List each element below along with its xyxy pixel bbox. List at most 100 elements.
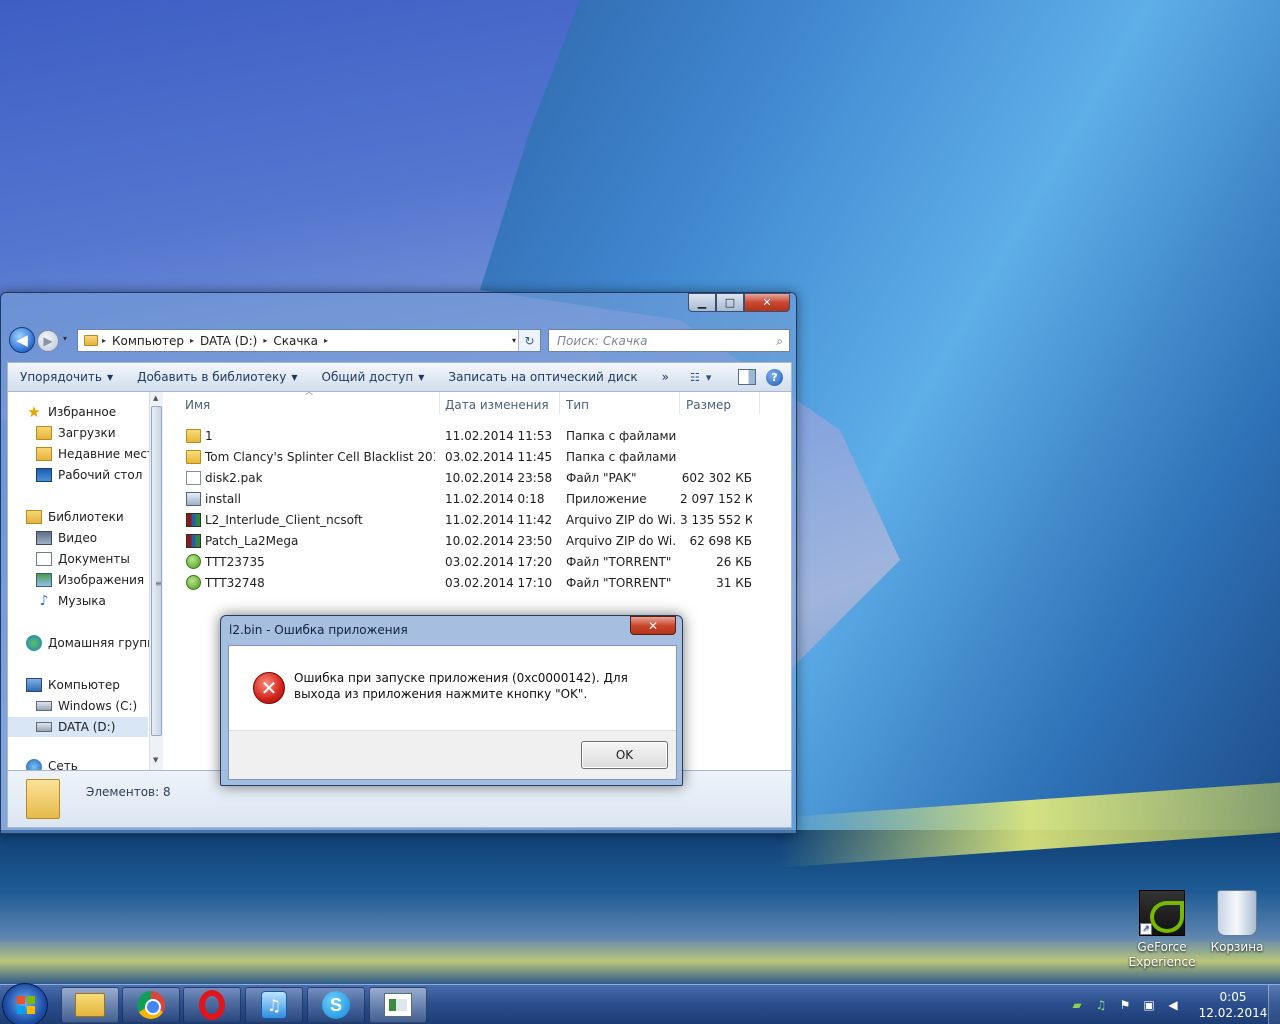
- organize-menu[interactable]: Упорядочить ▼: [8, 370, 125, 384]
- desktop-shortcut-geforce[interactable]: ↗ GeForce Experience: [1122, 890, 1202, 970]
- taskbar-music-app[interactable]: ♫: [245, 987, 303, 1023]
- breadcrumb-separator[interactable]: ▸: [190, 336, 194, 345]
- nav-desktop[interactable]: Рабочий стол: [36, 465, 142, 485]
- file-date: 03.02.2014 17:10: [445, 575, 553, 590]
- file-size: 31 КБ: [716, 575, 752, 590]
- table-row[interactable]: Tom Clancy's Splinter Cell Blacklist 201…: [168, 446, 788, 467]
- more-commands-button[interactable]: »: [650, 370, 681, 384]
- table-row[interactable]: Patch_La2Mega 10.02.2014 23:50 Arquivo Z…: [168, 530, 788, 551]
- nvidia-icon[interactable]: ▰: [1070, 998, 1084, 1012]
- file-type: Файл "PAK": [566, 470, 637, 485]
- column-divider[interactable]: [679, 392, 680, 414]
- breadcrumb-downloads-folder[interactable]: Скачка: [273, 334, 318, 348]
- nav-favorites[interactable]: ★ Избранное: [26, 402, 116, 422]
- nav-drive-c[interactable]: Windows (C:): [36, 696, 137, 716]
- nav-recent-places[interactable]: Недавние места: [36, 444, 161, 464]
- nav-downloads[interactable]: Загрузки: [36, 423, 116, 443]
- file-type: Приложение: [566, 491, 647, 506]
- network-icon[interactable]: ▣: [1142, 998, 1156, 1012]
- nav-homegroup[interactable]: Домашняя группа: [26, 633, 162, 653]
- flag-icon[interactable]: ⚑: [1118, 998, 1132, 1012]
- column-header-date[interactable]: Дата изменения: [445, 398, 549, 416]
- desktop-icon-label: GeForce Experience: [1128, 940, 1196, 969]
- table-row[interactable]: L2_Interlude_Client_ncsoft 11.02.2014 11…: [168, 509, 788, 530]
- volume-icon[interactable]: ◀: [1166, 998, 1180, 1012]
- nav-music[interactable]: ♪ Музыка: [36, 591, 106, 611]
- system-drive-icon: [36, 701, 52, 711]
- dialog-close-button[interactable]: ✕: [630, 616, 676, 635]
- table-row[interactable]: TTT32748 03.02.2014 17:10 Файл "TORRENT"…: [168, 572, 788, 593]
- add-to-library-menu[interactable]: Добавить в библиотеку ▼: [125, 370, 309, 384]
- burn-button[interactable]: Записать на оптический диск: [436, 370, 649, 384]
- navpane-scrollbar[interactable]: ▲ ≡ ▼: [149, 392, 163, 770]
- breadcrumb-separator[interactable]: ▸: [102, 336, 106, 345]
- sound-manager-icon[interactable]: ♫: [1094, 998, 1108, 1012]
- column-header-type[interactable]: Тип: [566, 398, 589, 416]
- column-header-size[interactable]: Размер: [686, 398, 731, 416]
- help-icon[interactable]: ?: [766, 368, 783, 386]
- scroll-down-icon[interactable]: ▼: [153, 756, 158, 764]
- column-divider[interactable]: [759, 392, 760, 414]
- window-controls: ▁ □ ✕: [688, 293, 790, 312]
- close-button[interactable]: ✕: [744, 293, 790, 312]
- breadcrumb-data-drive[interactable]: DATA (D:): [200, 334, 257, 348]
- file-date: 10.02.2014 23:58: [445, 470, 553, 485]
- breadcrumb-separator[interactable]: ▸: [324, 336, 328, 345]
- taskbar-chrome[interactable]: [122, 987, 180, 1023]
- search-icon[interactable]: ⌕: [776, 334, 783, 349]
- maximize-button[interactable]: □: [716, 293, 744, 312]
- scroll-up-icon[interactable]: ▲: [153, 394, 158, 402]
- preview-pane-icon[interactable]: [738, 369, 756, 385]
- video-library-icon: [36, 531, 52, 545]
- nav-computer[interactable]: Компьютер: [26, 675, 120, 695]
- back-button[interactable]: ◀: [9, 327, 35, 353]
- navigation-pane: ★ Избранное Загрузки Недавние места Рабоч…: [8, 392, 163, 771]
- taskbar-opera[interactable]: [183, 987, 241, 1023]
- share-menu[interactable]: Общий доступ ▼: [310, 370, 437, 384]
- nav-video[interactable]: Видео: [36, 528, 97, 548]
- column-divider[interactable]: [439, 392, 440, 414]
- taskbar-skype[interactable]: S: [307, 987, 365, 1023]
- windows-logo-icon: [17, 996, 35, 1014]
- column-header-name[interactable]: Имя: [185, 398, 210, 416]
- table-row[interactable]: TTT23735 03.02.2014 17:20 Файл "TORRENT"…: [168, 551, 788, 572]
- show-desktop-button[interactable]: [1268, 985, 1280, 1024]
- clock[interactable]: 0:05 12.02.2014: [1198, 989, 1268, 1021]
- start-button[interactable]: [2, 983, 48, 1024]
- file-type: Arquivo ZIP do Wi...: [566, 533, 676, 548]
- nav-documents[interactable]: Документы: [36, 549, 130, 569]
- desktop-recycle-bin[interactable]: Корзина: [1197, 890, 1277, 955]
- recycle-bin-icon: [1217, 890, 1257, 936]
- table-row[interactable]: disk2.pak 10.02.2014 23:58 Файл "PAK" 60…: [168, 467, 788, 488]
- column-divider[interactable]: [559, 392, 560, 414]
- breadcrumb-computer[interactable]: Компьютер: [112, 334, 184, 348]
- taskbar-explorer[interactable]: [61, 987, 119, 1023]
- change-view-button[interactable]: ☷ ▾: [690, 367, 728, 387]
- clock-time: 0:05: [1219, 990, 1247, 1004]
- forward-button[interactable]: ▶: [37, 330, 59, 352]
- address-bar[interactable]: ▸ Компьютер ▸ DATA (D:) ▸ Скачка ▸ ▾ ↻: [77, 329, 541, 352]
- breadcrumb: ▸ Компьютер ▸ DATA (D:) ▸ Скачка ▸: [98, 334, 332, 348]
- file-date: 10.02.2014 23:50: [445, 533, 553, 548]
- table-row[interactable]: 1 11.02.2014 11:53 Папка с файлами: [168, 425, 788, 446]
- address-dropdown[interactable]: ▾: [512, 336, 516, 345]
- minimize-button[interactable]: ▁: [688, 293, 716, 312]
- nav-libraries[interactable]: Библиотеки: [26, 507, 124, 527]
- chrome-icon: [137, 991, 165, 1019]
- nav-drive-d[interactable]: DATA (D:): [8, 717, 148, 737]
- recent-pages-dropdown[interactable]: ▾: [63, 334, 67, 343]
- nav-label: Компьютер: [48, 678, 120, 692]
- file-type: Папка с файлами: [566, 449, 676, 464]
- scrollbar-thumb[interactable]: ≡: [151, 406, 162, 736]
- taskbar: ♫ S ▰ ♫ ⚑ ▣ ◀ 0:05 12.02.2014: [0, 983, 1280, 1024]
- ok-button[interactable]: OK: [581, 741, 668, 769]
- file-name: install: [205, 491, 241, 506]
- breadcrumb-separator[interactable]: ▸: [263, 336, 267, 345]
- folder-icon: [186, 428, 201, 443]
- search-input[interactable]: Поиск: Скачка ⌕: [548, 329, 790, 352]
- table-row[interactable]: install 11.02.2014 0:18 Приложение 2 097…: [168, 488, 788, 509]
- taskbar-l2-app[interactable]: [369, 987, 427, 1023]
- refresh-icon[interactable]: ↻: [518, 330, 540, 351]
- nav-pictures[interactable]: Изображения: [36, 570, 144, 590]
- star-icon: ★: [27, 403, 41, 421]
